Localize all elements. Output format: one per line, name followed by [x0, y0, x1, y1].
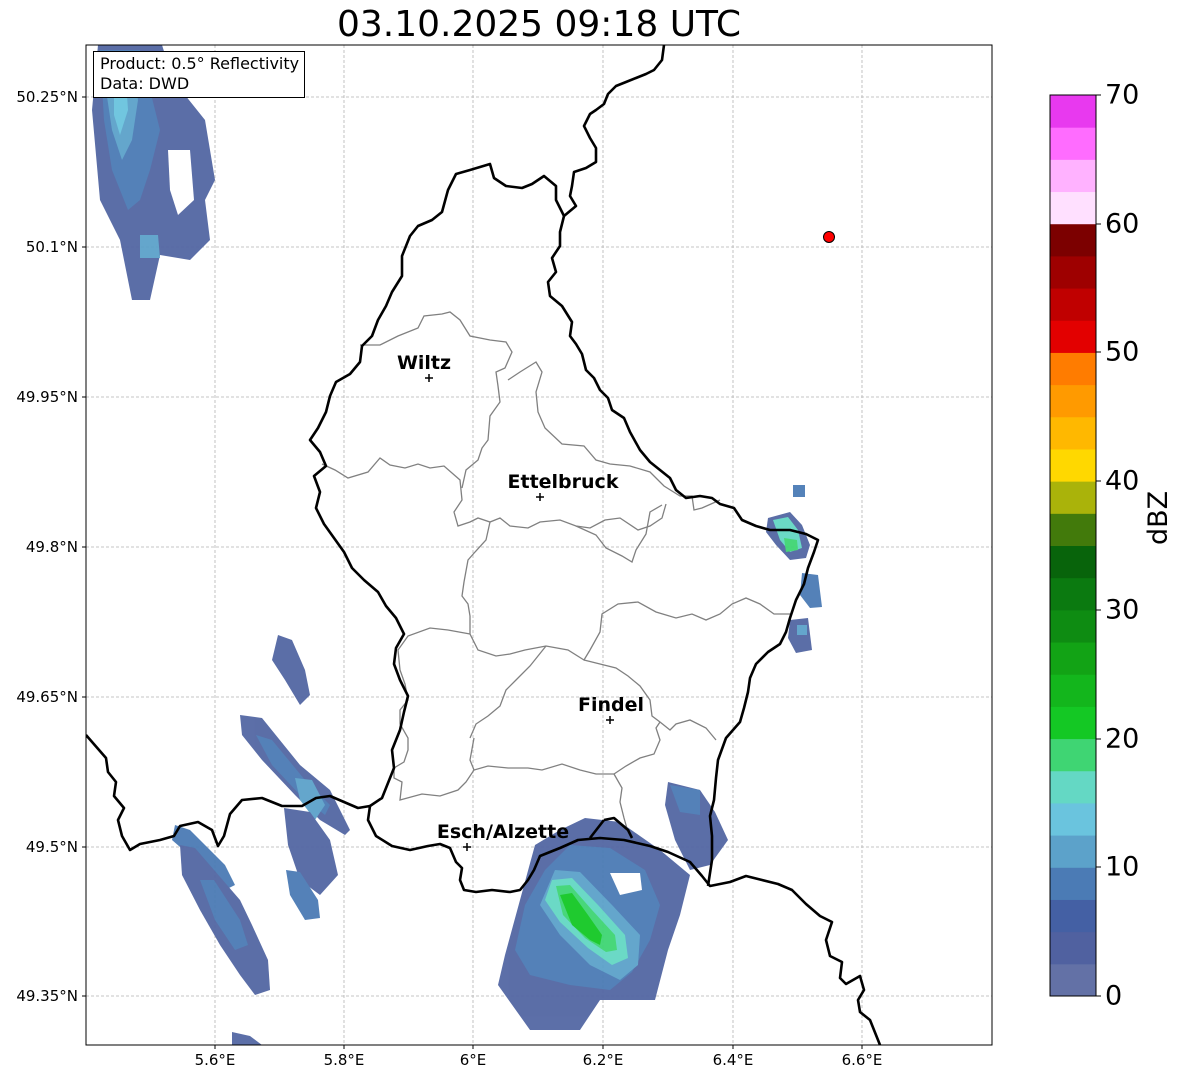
- radar-site-marker[interactable]: [823, 231, 835, 243]
- colorbar-segment: [1050, 738, 1096, 772]
- colorbar-tick-marks: [1096, 94, 1101, 997]
- colorbar-tick-label: 0: [1105, 980, 1123, 1012]
- colorbar-segment: [1050, 642, 1096, 675]
- colorbar-segment: [1050, 931, 1096, 965]
- colorbar-segment: [1050, 481, 1096, 514]
- city-marker-esch: [463, 843, 471, 851]
- colorbar-tick-label: 40: [1105, 465, 1140, 497]
- colorbar-segment: [1050, 513, 1096, 546]
- colorbar-segment: [1050, 320, 1096, 353]
- city-label-findel: Findel: [578, 694, 644, 716]
- city-markers: [425, 374, 614, 851]
- lon-tick-label: 5.8°E: [323, 1051, 365, 1069]
- colorbar-segment: [1050, 899, 1096, 933]
- lon-tick-label: 6.6°E: [841, 1051, 883, 1069]
- colorbar-segment: [1050, 963, 1096, 997]
- radar-echo-east: [766, 485, 822, 653]
- city-label-wiltz: Wiltz: [397, 352, 451, 374]
- lat-tick-label: 49.35°N: [16, 987, 78, 1005]
- colorbar-segment: [1050, 288, 1096, 321]
- colorbar-segment: [1050, 706, 1096, 740]
- colorbar-label: dBZ: [1143, 490, 1174, 545]
- colorbar-segment: [1050, 416, 1096, 450]
- colorbar: [1050, 95, 1096, 997]
- colorbar-segment: [1050, 191, 1096, 225]
- lon-tick-label: 5.6°E: [194, 1051, 236, 1069]
- lat-tick-label: 50.25°N: [16, 88, 78, 106]
- lat-tick-label: 49.65°N: [16, 688, 78, 706]
- colorbar-tick-label: 50: [1105, 336, 1140, 368]
- lon-tick-label: 6.4°E: [712, 1051, 754, 1069]
- colorbar-segment: [1050, 95, 1096, 128]
- colorbar-tick-label: 70: [1105, 79, 1140, 111]
- colorbar-segment: [1050, 545, 1096, 579]
- lat-tick-label: 49.95°N: [16, 388, 78, 406]
- colorbar-segment: [1050, 835, 1096, 868]
- colorbar-segment: [1050, 577, 1096, 611]
- lon-tick-label: 6.2°E: [582, 1051, 624, 1069]
- product-info-box: Product: 0.5° Reflectivity Data: DWD: [93, 51, 306, 98]
- colorbar-segment: [1050, 352, 1096, 386]
- data-source-label: Data: DWD: [100, 74, 190, 93]
- city-label-esch: Esch/Alzette: [437, 821, 569, 843]
- city-label-ettelbruck: Ettelbruck: [508, 471, 619, 493]
- colorbar-segment: [1050, 159, 1096, 193]
- city-marker-wiltz: [425, 374, 433, 382]
- city-marker-ettelbruck: [536, 493, 544, 501]
- lat-tick-label: 50.1°N: [25, 238, 78, 256]
- colorbar-tick-label: 10: [1105, 851, 1140, 883]
- colorbar-segment: [1050, 255, 1096, 289]
- city-marker-findel: [606, 716, 614, 724]
- colorbar-segment: [1050, 609, 1096, 643]
- colorbar-tick-label: 60: [1105, 208, 1140, 240]
- colorbar-segment: [1050, 674, 1096, 707]
- colorbar-segment: [1050, 384, 1096, 418]
- colorbar-segment: [1050, 802, 1096, 836]
- radar-echo-southwest: [172, 635, 350, 1045]
- product-label: Product: 0.5° Reflectivity: [100, 54, 300, 73]
- radar-echoes: [92, 45, 822, 1045]
- radar-map[interactable]: Wiltz Ettelbruck Findel Esch/Alzette: [0, 0, 1184, 1081]
- colorbar-tick-label: 30: [1105, 594, 1140, 626]
- lon-tick-label: 6°E: [459, 1051, 487, 1069]
- colorbar-tick-label: 20: [1105, 723, 1140, 755]
- colorbar-segment: [1050, 770, 1096, 804]
- colorbar-segment: [1050, 867, 1096, 900]
- colorbar-segment: [1050, 223, 1096, 257]
- colorbar-segment: [1050, 448, 1096, 482]
- lat-tick-label: 49.8°N: [25, 538, 78, 556]
- colorbar-segment: [1050, 127, 1096, 160]
- lat-tick-label: 49.5°N: [25, 838, 78, 856]
